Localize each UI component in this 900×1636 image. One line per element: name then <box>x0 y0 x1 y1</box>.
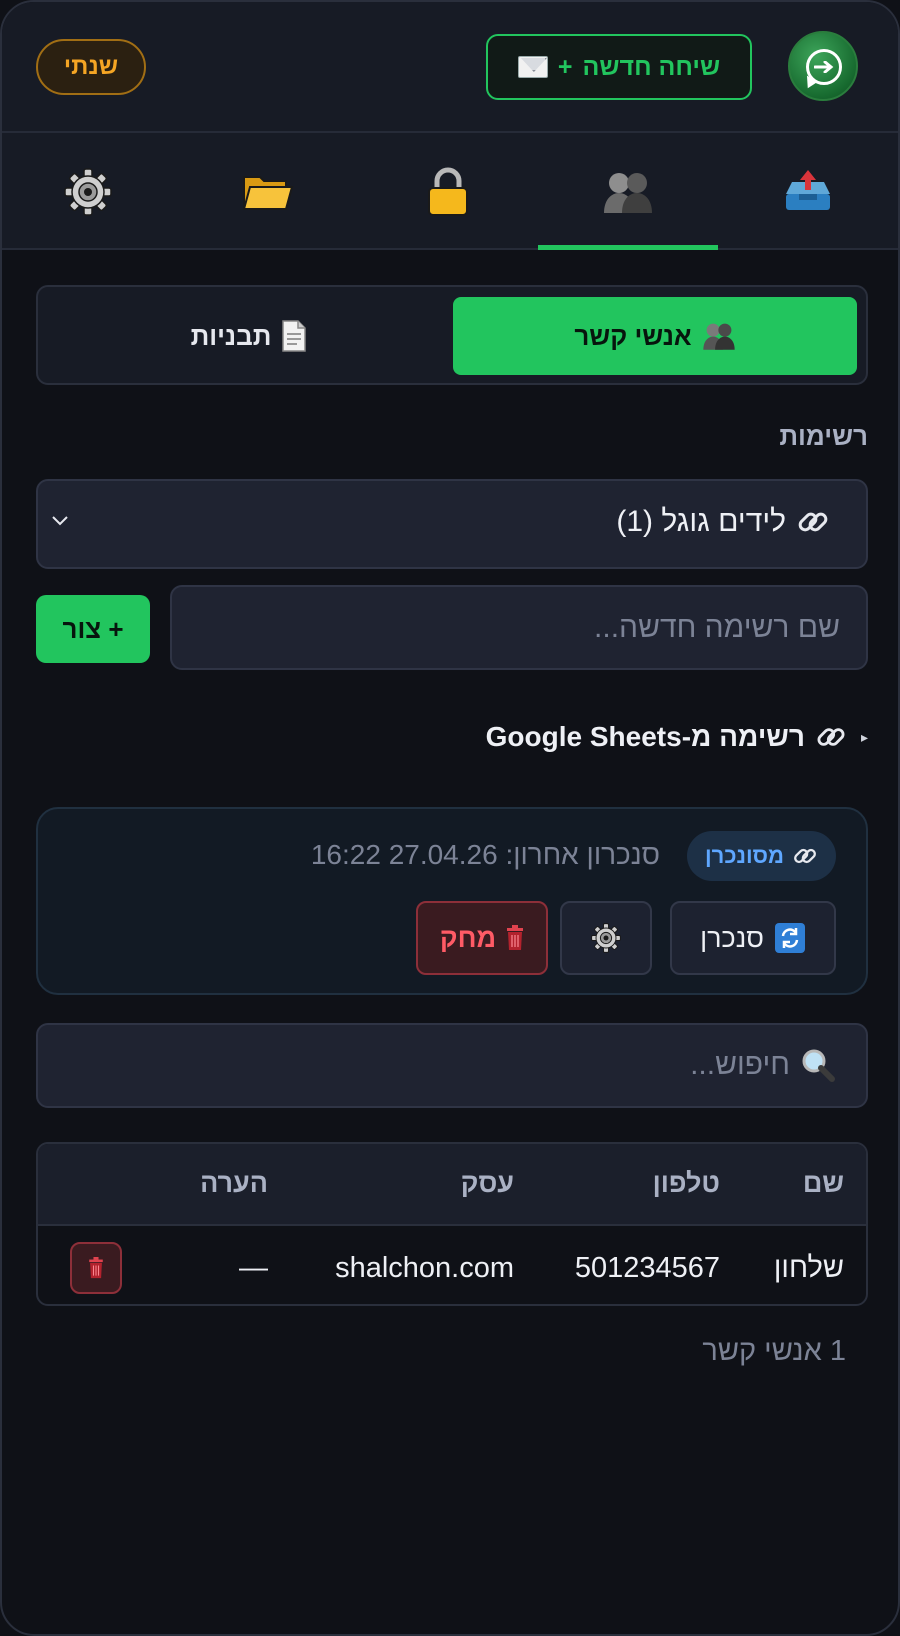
tab-contacts[interactable] <box>538 133 718 250</box>
upload-icon <box>786 169 830 210</box>
contacts-icon <box>604 172 652 213</box>
triangle-right-icon: ▸ <box>860 728 868 745</box>
column-header-business[interactable]: עסק <box>461 1168 514 1199</box>
segment-templates[interactable]: תבניות <box>47 297 451 375</box>
trash-icon <box>89 1257 103 1279</box>
delete-sheet-label: מחק <box>439 922 497 953</box>
tab-security[interactable] <box>358 133 538 250</box>
sync-button[interactable]: סנכרן <box>670 901 836 975</box>
new-chat-button[interactable]: שיחה חדשה + <box>486 34 752 100</box>
column-header-phone[interactable]: טלפון <box>653 1168 720 1199</box>
column-header-name[interactable]: שם <box>803 1168 844 1199</box>
synced-badge: מסונכרן <box>687 831 836 881</box>
sync-card: מסונכרן סנכרון אחרון: 27.04.26 16:22 סנכ… <box>36 807 868 995</box>
plus-icon: + <box>557 52 573 81</box>
column-header-note[interactable]: הערה <box>200 1168 268 1199</box>
folder-icon <box>242 175 294 210</box>
link-icon <box>798 512 828 532</box>
search-input[interactable]: חיפוש... <box>36 1023 868 1108</box>
segment-contacts[interactable]: אנשי קשר <box>453 297 857 375</box>
tab-files[interactable] <box>178 133 358 250</box>
delete-row-button[interactable] <box>70 1242 122 1294</box>
cell-name: שלחון <box>773 1252 844 1284</box>
cell-phone: 501234567 <box>574 1252 720 1284</box>
segment-templates-label: תבניות <box>190 320 272 351</box>
create-list-button[interactable]: + צור <box>36 595 150 663</box>
user-badge[interactable]: שנתי <box>36 39 146 95</box>
link-icon <box>794 848 816 864</box>
list-select[interactable]: לידים גוגל (1) <box>36 479 868 569</box>
segment-contacts-label: אנשי קשר <box>574 320 692 351</box>
search-placeholder: חיפוש... <box>690 1047 836 1083</box>
list-select-text: לידים גוגל (1) <box>616 505 786 538</box>
trash-icon <box>507 925 524 950</box>
gear-icon <box>64 167 112 216</box>
contacts-count: 1 אנשי קשר <box>702 1335 846 1367</box>
search-placeholder-text: חיפוש... <box>690 1048 790 1081</box>
lock-icon <box>428 167 468 216</box>
sync-button-label: סנכרן <box>700 922 764 953</box>
top-bar: שיחה חדשה + שנתי <box>2 2 898 133</box>
segment-control: אנשי קשר תבניות <box>36 285 868 385</box>
list-select-value: לידים גוגל (1) <box>616 505 830 539</box>
refresh-icon <box>774 923 805 953</box>
nav-bar <box>2 133 898 250</box>
synced-badge-label: מסונכרן <box>705 843 784 868</box>
google-sheets-toggle[interactable]: ▸ רשימה מ-Google Sheets <box>486 721 868 753</box>
search-icon <box>802 1049 835 1082</box>
tab-upload[interactable] <box>718 133 898 250</box>
last-sync-text: סנכרון אחרון: 27.04.26 16:22 <box>310 839 660 870</box>
chevron-down-icon <box>52 516 68 526</box>
contacts-table: שם טלפון עסק הערה שלחון 501234567 shalch… <box>36 1142 868 1306</box>
new-chat-label: שיחה חדשה <box>582 52 721 81</box>
app-window: שיחה חדשה + שנתי אנשי קשר תבניות רשימות … <box>0 0 900 1636</box>
cell-business: shalchon.com <box>335 1252 514 1284</box>
google-sheets-label: רשימה מ-Google Sheets <box>485 721 805 752</box>
lists-title: רשימות <box>779 421 868 451</box>
link-icon <box>817 728 845 746</box>
document-icon <box>282 320 307 352</box>
cell-note: — <box>239 1252 268 1284</box>
table-header: שם טלפון עסק הערה <box>38 1144 866 1226</box>
contacts-icon <box>703 323 735 350</box>
new-list-input[interactable] <box>170 585 868 670</box>
sync-settings-button[interactable] <box>560 901 652 975</box>
delete-sheet-button[interactable]: מחק <box>416 901 548 975</box>
envelope-icon <box>517 56 548 78</box>
gear-icon <box>591 923 621 953</box>
tab-settings[interactable] <box>2 133 178 250</box>
whatsapp-logo-icon[interactable] <box>788 31 858 101</box>
